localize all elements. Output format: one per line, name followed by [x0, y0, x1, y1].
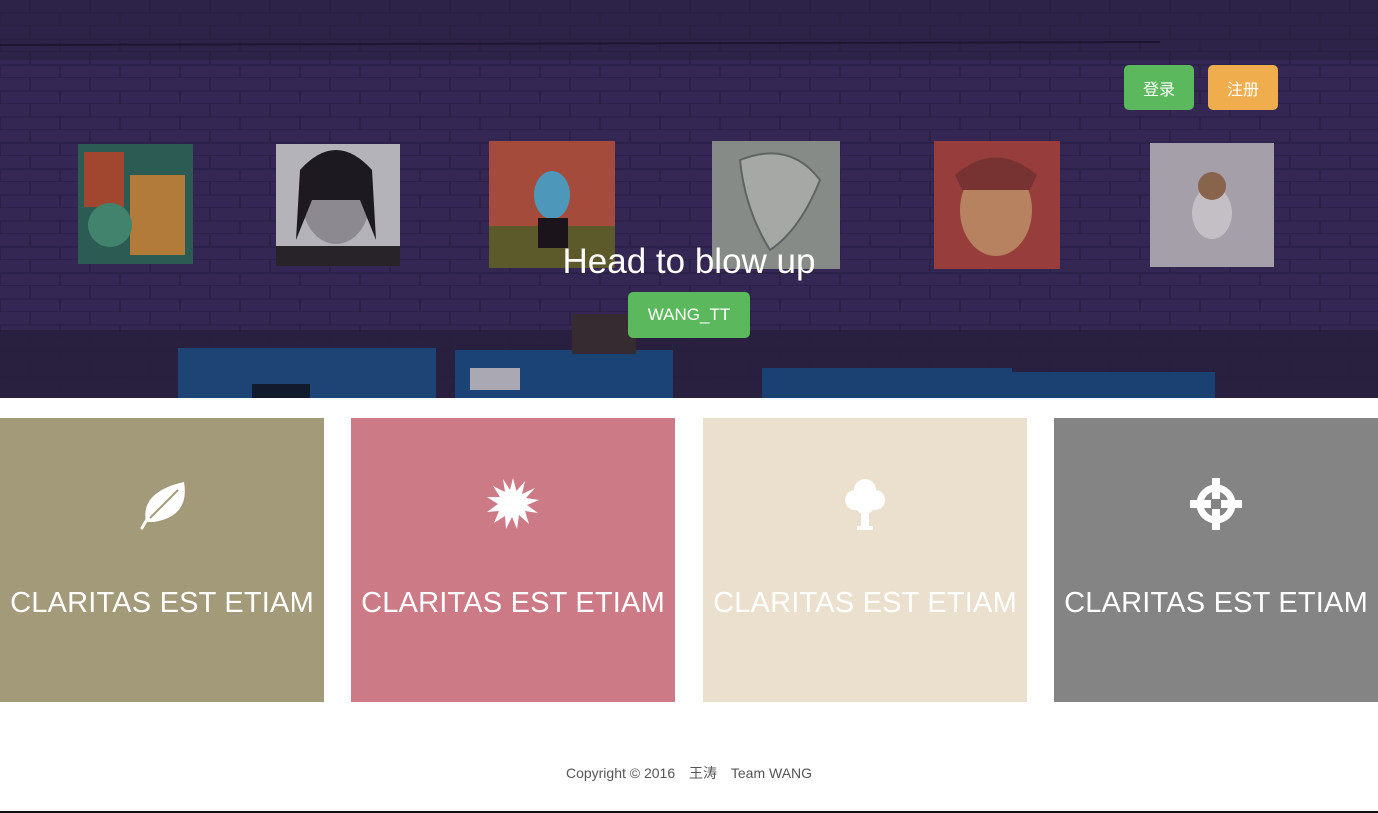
hero-cta-button[interactable]: WANG_TT — [628, 292, 750, 338]
login-button[interactable]: 登录 — [1124, 65, 1194, 110]
feature-card-2[interactable]: CLARITAS EST ETIAM — [351, 418, 675, 702]
hero-banner: 登录 注册 Head to blow up WANG_TT — [0, 0, 1378, 398]
footer-copyright: Copyright © 2016 — [565, 765, 676, 781]
footer-team: Team WANG — [730, 765, 813, 781]
feature-card-1[interactable]: CLARITAS EST ETIAM — [0, 418, 324, 702]
card-title: CLARITAS EST ETIAM — [361, 587, 665, 619]
register-button[interactable]: 注册 — [1208, 65, 1278, 110]
hero-overlay — [0, 0, 1378, 398]
card-title: CLARITAS EST ETIAM — [10, 587, 314, 619]
crosshair-icon — [1054, 476, 1378, 532]
footer: Copyright © 2016 王涛 Team WANG — [0, 763, 1378, 783]
footer-author: 王涛 — [689, 765, 717, 781]
hero-title: Head to blow up — [562, 242, 816, 281]
starburst-icon — [351, 476, 675, 532]
leaf-icon — [0, 476, 324, 532]
tree-icon — [703, 476, 1027, 532]
feature-card-3[interactable]: CLARITAS EST ETIAM — [703, 418, 1027, 702]
feature-card-4[interactable]: CLARITAS EST ETIAM — [1054, 418, 1378, 702]
card-title: CLARITAS EST ETIAM — [1064, 587, 1368, 619]
card-title: CLARITAS EST ETIAM — [713, 587, 1017, 619]
